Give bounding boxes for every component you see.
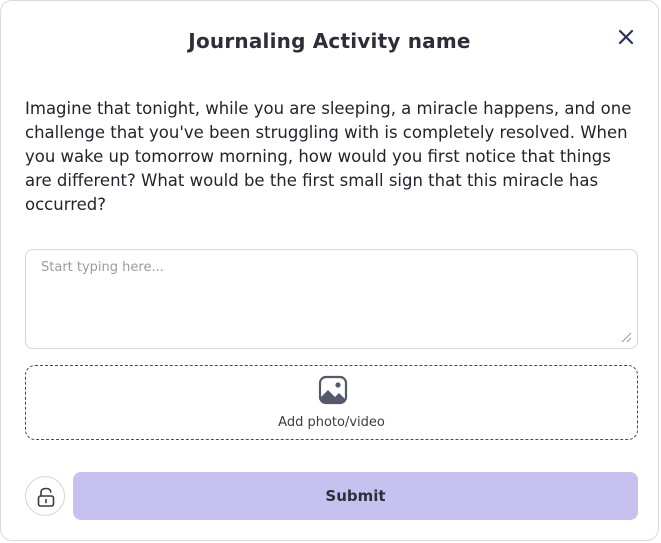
submit-button[interactable]: Submit xyxy=(73,472,638,520)
image-icon xyxy=(318,375,348,405)
close-icon xyxy=(615,26,637,48)
journal-input-wrapper xyxy=(25,249,638,349)
journal-prompt: Imagine that tonight, while you are slee… xyxy=(25,99,632,214)
dialog-title: Journaling Activity name xyxy=(188,29,471,53)
privacy-lock-button[interactable] xyxy=(25,476,65,516)
add-photo-video-label: Add photo/video xyxy=(278,415,385,430)
add-photo-video-button[interactable]: Add photo/video xyxy=(25,365,638,440)
journal-text-input[interactable] xyxy=(25,249,638,349)
journaling-dialog: Journaling Activity name Imagine that to… xyxy=(0,0,659,541)
close-button[interactable] xyxy=(615,26,637,48)
resize-handle-icon[interactable] xyxy=(619,329,633,343)
